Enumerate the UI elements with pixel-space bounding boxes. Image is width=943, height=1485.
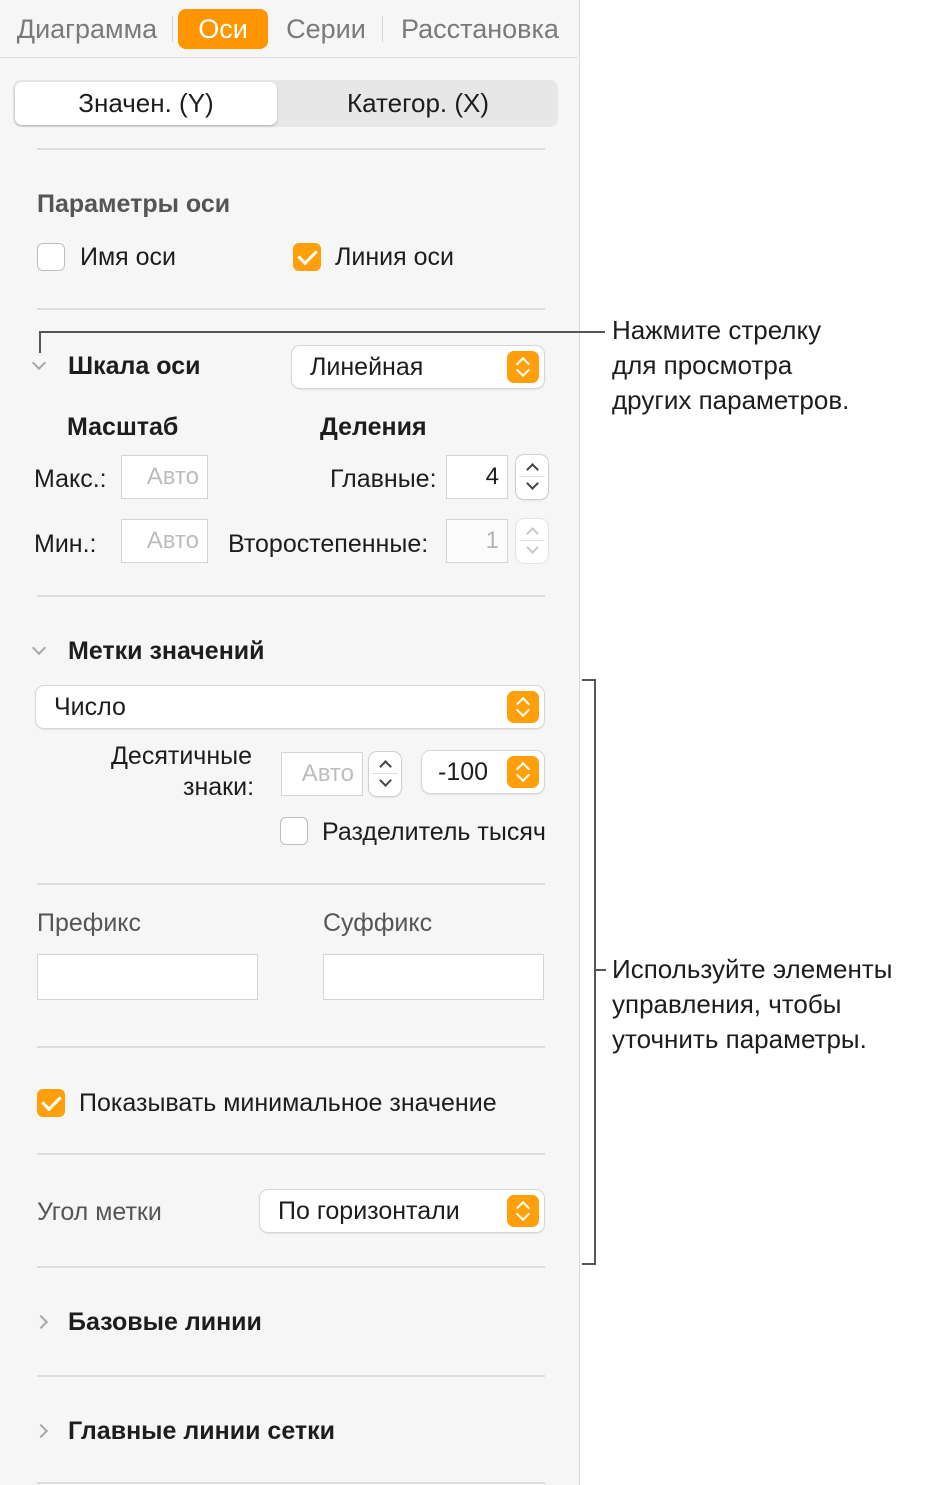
callout-bracket <box>582 1263 596 1265</box>
callout-controls-text: Используйте элементы управления, чтобы у… <box>612 954 893 1054</box>
decimals-input[interactable]: Авто <box>281 752 363 796</box>
divider <box>37 1375 545 1377</box>
minor-ticks-label: Второстепенные: <box>228 530 429 558</box>
minor-ticks-stepper[interactable] <box>516 519 548 563</box>
show-min-label: Показывать минимальное значение <box>79 1089 497 1117</box>
min-label: Мин.: <box>34 530 97 558</box>
divider <box>37 308 545 310</box>
popup-arrows-icon <box>507 1195 539 1227</box>
callout-leader-line <box>39 331 41 353</box>
suffix-input[interactable] <box>323 954 544 1000</box>
major-ticks-stepper[interactable] <box>516 455 548 499</box>
number-format-popup[interactable]: Число <box>36 686 544 728</box>
decimals-stepper[interactable] <box>369 752 401 796</box>
negative-format-popup[interactable]: -100 <box>422 751 544 793</box>
thousands-separator-label: Разделитель тысяч <box>322 818 546 846</box>
label-angle-popup[interactable]: По горизонтали <box>260 1190 544 1232</box>
max-label: Макс.: <box>34 465 107 493</box>
callout-leader-line <box>39 331 605 333</box>
chevron-down-icon[interactable] <box>31 355 47 371</box>
max-input[interactable]: Авто <box>121 455 208 499</box>
minor-ticks-input[interactable]: 1 <box>446 519 508 563</box>
decimals-label-line2: знаки: <box>183 773 255 801</box>
axis-name-checkbox[interactable] <box>37 243 65 271</box>
scale-heading: Масштаб <box>67 413 179 441</box>
label-angle-value: По горизонтали <box>278 1197 460 1225</box>
show-min-checkbox[interactable] <box>37 1089 65 1117</box>
category-axis-button[interactable]: Категор. (X) <box>283 82 553 125</box>
axis-scale-heading: Шкала оси <box>68 352 201 380</box>
prefix-input[interactable] <box>37 954 258 1000</box>
tab-separator <box>172 16 173 42</box>
thousands-separator-checkbox[interactable] <box>280 817 308 845</box>
popup-arrows-icon <box>507 691 539 723</box>
suffix-label: Суффикс <box>323 909 433 937</box>
axis-name-label: Имя оси <box>80 243 177 271</box>
axis-line-label: Линия оси <box>335 243 454 271</box>
decimals-label-line1: Десятичные <box>111 742 252 770</box>
scale-type-popup[interactable]: Линейная <box>292 346 544 388</box>
axis-params-heading: Параметры оси <box>37 190 231 218</box>
negative-format-value: -100 <box>438 758 489 786</box>
axis-line-checkbox[interactable] <box>293 243 321 271</box>
popup-arrows-icon <box>507 351 539 383</box>
tab-series[interactable]: Серии <box>276 9 376 49</box>
value-axis-button[interactable]: Значен. (Y) <box>15 82 277 125</box>
chevron-down-icon[interactable] <box>31 640 47 656</box>
tab-arrange[interactable]: Расстановка <box>390 9 570 49</box>
format-sidebar: Диаграмма Оси Серии Расстановка Значен. … <box>0 0 580 1485</box>
min-input[interactable]: Авто <box>121 519 208 563</box>
number-format-value: Число <box>54 693 126 721</box>
value-labels-heading: Метки значений <box>68 637 265 665</box>
divider <box>37 595 545 597</box>
major-ticks-label: Главные: <box>330 465 437 493</box>
chevron-right-icon[interactable] <box>33 1314 49 1330</box>
divider <box>37 1482 545 1484</box>
tab-separator <box>382 16 383 42</box>
callout-arrow-text: Нажмите стрелку для просмотра других пар… <box>612 315 850 415</box>
divider <box>37 148 545 150</box>
major-ticks-input[interactable]: 4 <box>446 455 508 499</box>
tab-axes[interactable]: Оси <box>178 9 268 49</box>
axis-selector: Значен. (Y) Категор. (X) <box>13 80 558 127</box>
prefix-label: Префикс <box>37 909 142 937</box>
chevron-right-icon[interactable] <box>33 1423 49 1439</box>
label-angle-label: Угол метки <box>37 1198 162 1226</box>
popup-arrows-icon <box>507 756 539 788</box>
divider <box>37 1266 545 1268</box>
divider <box>37 1046 545 1048</box>
inspector-tabs: Диаграмма Оси Серии Расстановка <box>0 0 578 58</box>
scale-type-value: Линейная <box>310 353 424 381</box>
tab-chart[interactable]: Диаграмма <box>6 9 168 49</box>
callout-bracket <box>594 969 606 971</box>
divider <box>37 883 545 885</box>
ticks-heading: Деления <box>320 413 427 441</box>
major-gridlines-section[interactable]: Главные линии сетки <box>68 1417 335 1446</box>
callout-bracket <box>594 679 596 1264</box>
baselines-section[interactable]: Базовые линии <box>68 1308 262 1337</box>
divider <box>37 1153 545 1155</box>
